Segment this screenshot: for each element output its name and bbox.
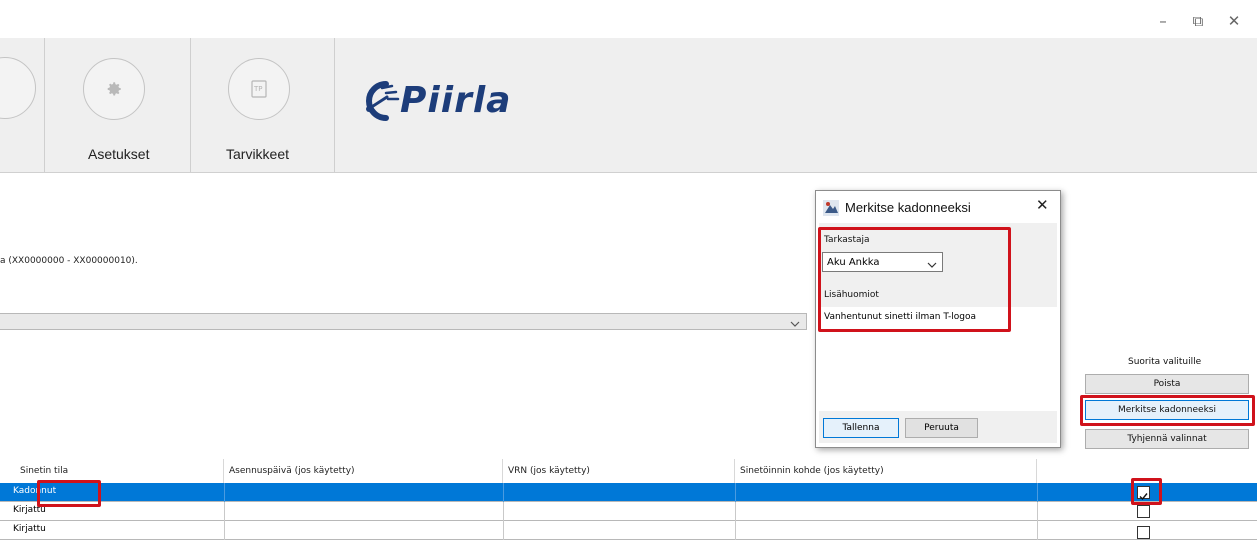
chevron-down-icon (790, 315, 800, 334)
toolbar: Asetukset TP Tarvikkeet Piirla (0, 38, 1257, 173)
row-checkbox[interactable] (1137, 526, 1150, 539)
side-panel-heading: Suorita valituille (1128, 357, 1202, 367)
close-window-button[interactable]: ✕ (1214, 8, 1254, 34)
gear-icon (83, 58, 145, 120)
restore-button[interactable]: ⧉ (1178, 8, 1218, 34)
logo-text: Piirla (400, 80, 512, 121)
svg-text:TP: TP (253, 85, 263, 93)
dialog-title: Merkitse kadonneeksi (845, 200, 971, 215)
app-icon (823, 200, 839, 220)
tool-settings[interactable]: Asetukset (45, 38, 191, 172)
column-header-install-date[interactable]: Asennuspäivä (jos käytetty) (224, 459, 503, 483)
range-info-text: a (XX0000000 - XX00000010). (0, 256, 138, 266)
delete-button[interactable]: Poista (1085, 374, 1249, 394)
column-header-vrn[interactable]: VRN (jos käytetty) (503, 459, 735, 483)
row-checkbox[interactable] (1137, 505, 1150, 518)
tool-supplies[interactable]: TP Tarvikkeet (190, 38, 335, 172)
partial-tool-icon (0, 57, 36, 119)
clear-selection-button[interactable]: Tyhjennä valinnat (1085, 429, 1249, 449)
table-row[interactable]: Kirjattu (0, 502, 1257, 521)
tp-icon: TP (228, 58, 290, 120)
table-row[interactable]: Kadonnut (0, 483, 1257, 502)
highlight-status-cell (37, 480, 101, 507)
dialog-close-icon[interactable]: ✕ (1036, 196, 1049, 214)
minimize-button[interactable]: – (1143, 8, 1183, 34)
seal-combo-box[interactable] (0, 313, 807, 330)
highlight-checkbox (1131, 478, 1162, 505)
column-header-seal-target[interactable]: Sinetöinnin kohde (jos käytetty) (735, 459, 1037, 483)
piirla-logo: Piirla (356, 78, 546, 128)
tool-partial[interactable] (0, 38, 45, 172)
highlight-mark-lost (1080, 395, 1255, 426)
settings-label: Asetukset (88, 146, 150, 162)
highlight-dialog-fields (818, 227, 1011, 332)
table-row[interactable]: Kirjattu (0, 521, 1257, 540)
cancel-button[interactable]: Peruuta (905, 418, 978, 438)
supplies-label: Tarvikkeet (226, 146, 290, 162)
save-button[interactable]: Tallenna (823, 418, 899, 438)
row-status: Kirjattu (13, 524, 46, 534)
